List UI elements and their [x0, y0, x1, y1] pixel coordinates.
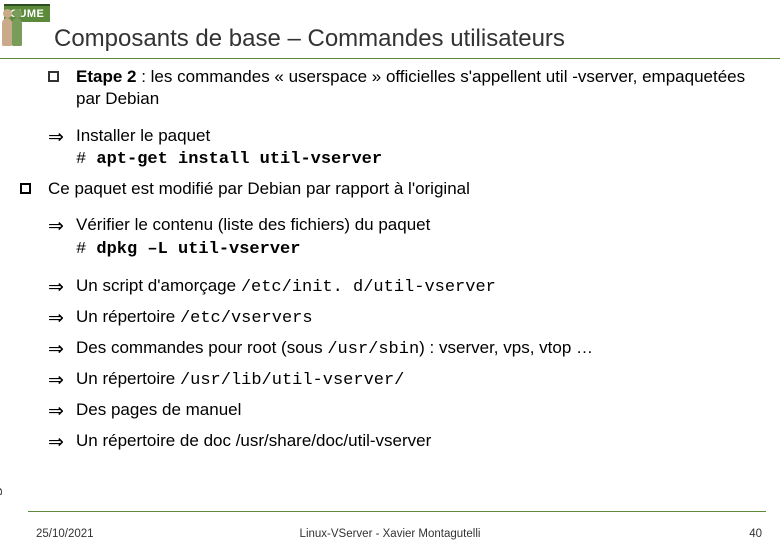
list-item: ⇒ Vérifier le contenu (liste des fichier…: [48, 214, 766, 261]
item-text: Etape 2 : les commandes « userspace » of…: [76, 66, 766, 111]
arrow-bullet-icon: ⇒: [48, 399, 76, 424]
arrow-bullet-icon: ⇒: [48, 337, 76, 362]
list-item: ⇒ Un script d'amorçage /etc/init. d/util…: [48, 275, 766, 300]
item-text: Des pages de manuel: [76, 399, 766, 424]
list-item: ⇒ Des pages de manuel: [48, 399, 766, 424]
item-text: Vérifier le contenu (liste des fichiers)…: [76, 214, 766, 261]
footer-page-number: 40: [749, 528, 762, 540]
square-bullet-icon: [20, 183, 31, 194]
slide-title: Composants de base – Commandes utilisate…: [54, 25, 565, 53]
arrow-bullet-icon: ⇒: [48, 306, 76, 331]
item-text: Un répertoire /usr/lib/util-vserver/: [76, 368, 766, 393]
sidebar-text: Stage CUME Virtualisation: [0, 303, 4, 520]
square-bullet-icon: [48, 71, 59, 82]
title-underline: [0, 58, 780, 59]
footer-title: Linux-VServer - Xavier Montagutelli: [0, 528, 780, 540]
arrow-bullet-icon: ⇒: [48, 368, 76, 393]
item-text: Un script d'amorçage /etc/init. d/util-v…: [76, 275, 766, 300]
arrow-bullet-icon: ⇒: [48, 430, 76, 455]
slide: CUME Composants de base – Commandes util…: [0, 0, 780, 540]
item-text: Des commandes pour root (sous /usr/sbin)…: [76, 337, 766, 362]
item-text: Un répertoire de doc /usr/share/doc/util…: [76, 430, 766, 455]
item-text: Ce paquet est modifié par Debian par rap…: [48, 178, 766, 200]
footer-underline: [28, 511, 766, 512]
list-item: ⇒ Des commandes pour root (sous /usr/sbi…: [48, 337, 766, 362]
item-text: Un répertoire /etc/vservers: [76, 306, 766, 331]
arrow-bullet-icon: ⇒: [48, 214, 76, 261]
arrow-bullet-icon: ⇒: [48, 275, 76, 300]
list-item: ⇒ Installer le paquet # apt-get install …: [48, 125, 766, 172]
arrow-bullet-icon: ⇒: [48, 125, 76, 172]
item-text: Installer le paquet # apt-get install ut…: [76, 125, 766, 172]
list-item: ⇒ Un répertoire de doc /usr/share/doc/ut…: [48, 430, 766, 455]
list-item: Ce paquet est modifié par Debian par rap…: [20, 178, 766, 200]
logo-people-icon: [2, 18, 22, 46]
list-item: Etape 2 : les commandes « userspace » of…: [48, 66, 766, 111]
list-item: ⇒ Un répertoire /etc/vservers: [48, 306, 766, 331]
content-area: Etape 2 : les commandes « userspace » of…: [48, 66, 766, 462]
list-item: ⇒ Un répertoire /usr/lib/util-vserver/: [48, 368, 766, 393]
